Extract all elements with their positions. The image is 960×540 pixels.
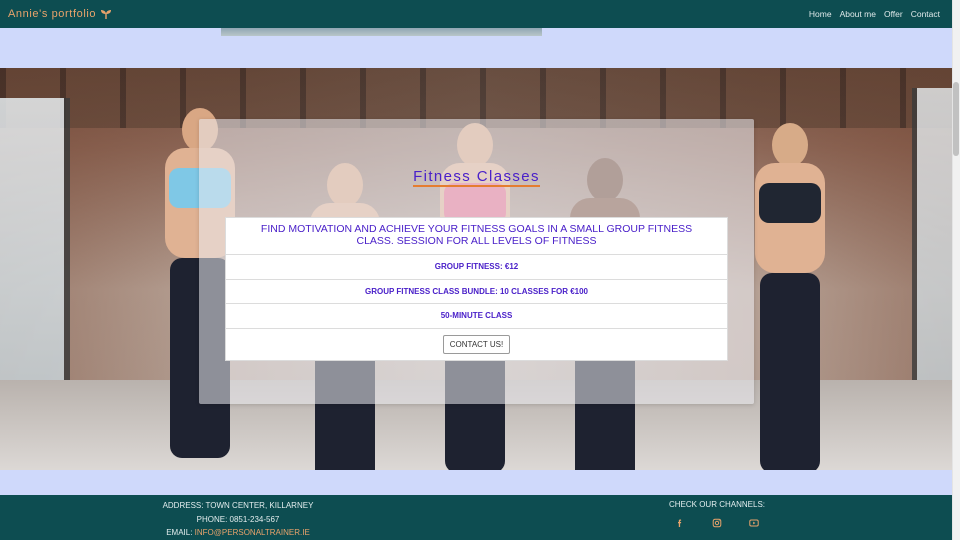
email-link[interactable]: info@personaltrainer.ie <box>195 528 310 537</box>
scrollbar-thumb[interactable] <box>953 82 959 156</box>
nav-link-contact[interactable]: Contact <box>911 9 940 19</box>
footer-email: Email: info@personaltrainer.ie <box>166 528 310 537</box>
nav-link-home[interactable]: Home <box>809 9 832 19</box>
window-right <box>912 88 952 388</box>
footer-address: Address: Town center, Killarney <box>162 501 314 510</box>
channels-label: Check our channels: <box>668 500 765 509</box>
previous-section-image <box>221 28 542 36</box>
list-item: Contact us! <box>226 329 727 360</box>
contact-us-button[interactable]: Contact us! <box>442 334 511 354</box>
instagram-icon[interactable] <box>712 518 722 528</box>
footer-channels: Check our channels: <box>655 500 779 528</box>
footer-phone: Phone: 0851-234-567 <box>196 514 280 524</box>
navbar: Annie's portfolio Home About me Offer Co… <box>0 0 952 28</box>
social-icons <box>655 509 779 528</box>
class-description: Find motivation and achieve your fitness… <box>226 218 727 255</box>
sprout-icon <box>101 10 112 19</box>
youtube-icon[interactable] <box>749 518 759 528</box>
fitness-classes-card: Fitness Classes Find motivation and achi… <box>199 119 754 404</box>
footer: Address: Town center, Killarney Phone: 0… <box>0 495 952 540</box>
nav-link-offer[interactable]: Offer <box>884 9 903 19</box>
card-title: Fitness Classes <box>413 168 540 187</box>
window-left <box>0 98 70 388</box>
scrollbar-track[interactable] <box>952 0 960 540</box>
list-item: Group fitness class bundle: 10 classes f… <box>226 280 727 304</box>
pricing-list: Find motivation and achieve your fitness… <box>225 217 728 361</box>
list-item: 50-minute class <box>226 304 727 329</box>
brand-name: Annie's portfolio <box>8 8 97 20</box>
brand-link[interactable]: Annie's portfolio <box>8 8 112 20</box>
section-divider <box>0 470 952 495</box>
nav-link-about[interactable]: About me <box>840 9 876 19</box>
list-item: Group fitness: €12 <box>226 255 727 280</box>
footer-contact-info: Address: Town center, Killarney Phone: 0… <box>160 499 316 540</box>
facebook-icon[interactable] <box>675 518 685 528</box>
nav-links: Home About me Offer Contact <box>809 9 940 19</box>
